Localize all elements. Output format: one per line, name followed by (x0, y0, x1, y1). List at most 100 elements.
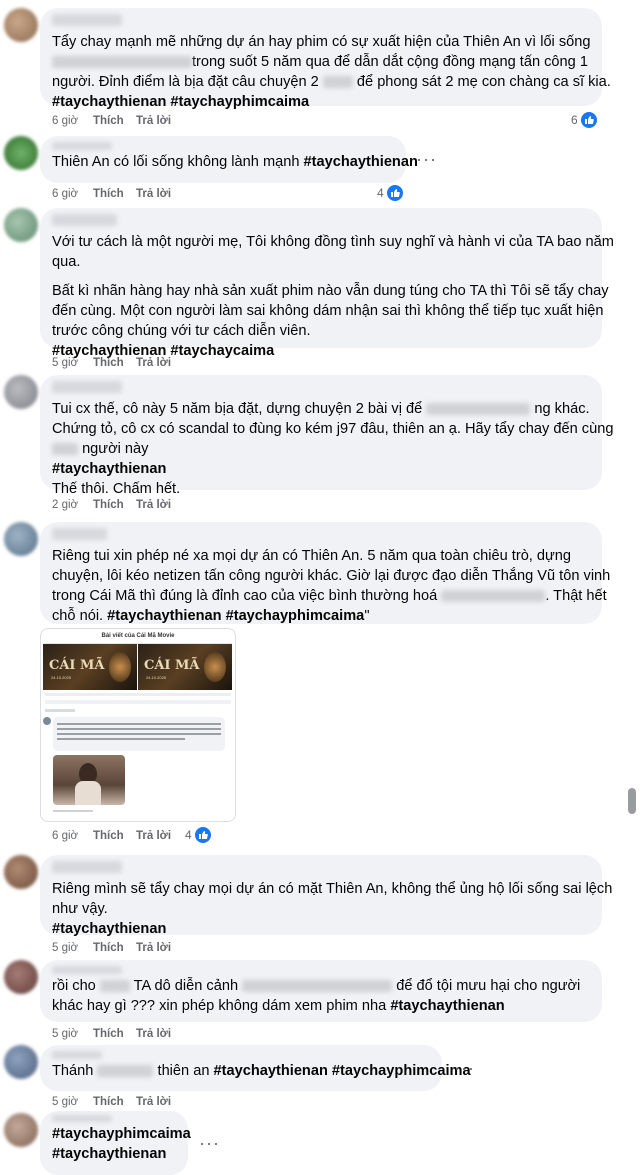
comment-avatar[interactable] (4, 1113, 38, 1147)
comment-text: Với tư cách là một người mẹ, Tôi không đ… (52, 234, 614, 250)
like-button[interactable]: Thích (93, 940, 124, 956)
reply-button[interactable]: Trả lời (136, 497, 171, 513)
timestamp[interactable]: 6 giờ (52, 113, 78, 129)
author-name[interactable] (52, 1051, 102, 1059)
like-thumb-icon (385, 184, 404, 202)
movie-poster: CÁI MÃ 24.10.2025 (43, 644, 137, 690)
comment-text: qua. (52, 254, 81, 270)
redacted-text (52, 443, 78, 456)
comment-text: trong Cái Mã thì đúng là đỉnh cao của vi… (52, 588, 438, 604)
comment-avatar[interactable] (4, 8, 38, 42)
comment-bubble: #taychayphimcaima #taychaythienan (40, 1111, 191, 1175)
reaction-number: 4 (377, 186, 384, 200)
timestamp[interactable]: 5 giờ (52, 355, 78, 371)
comment-text: " (364, 608, 370, 624)
hashtags[interactable]: #taychaythienan #taychayphimcaima (107, 608, 364, 624)
reply-button[interactable]: Trả lời (136, 1026, 171, 1042)
reply-button[interactable]: Trả lời (136, 186, 171, 202)
hashtags[interactable]: #taychayphimcaima (52, 1124, 191, 1144)
comment-bubble: Tui cx thế, cô này 5 năm bịa đặt, dựng c… (40, 375, 613, 497)
poster-title: CÁI MÃ (144, 658, 200, 673)
reply-button[interactable]: Trả lời (136, 828, 171, 844)
comment-text: TA dô diễn cảnh (133, 978, 239, 994)
author-name[interactable] (52, 528, 107, 540)
hashtags[interactable]: #taychaythienan (52, 919, 590, 939)
author-name[interactable] (52, 1115, 112, 1122)
comment-text: trong suốt 5 năm qua để dẫn dắt cộng đồn… (192, 54, 588, 70)
comment-text: Riêng mình sẽ tẩy chay mọi dự án có mặt … (52, 881, 613, 897)
timestamp[interactable]: 5 giờ (52, 1026, 78, 1042)
more-dots-icon[interactable]: ··· (454, 1059, 475, 1077)
comment-bubble: Thánh thiên an #taychaythienan #taychayp… (40, 1045, 471, 1091)
comment-text: chỗ nói. (52, 608, 108, 624)
timestamp[interactable]: 5 giờ (52, 940, 78, 956)
poster-date: 24.10.2025 (146, 675, 167, 680)
reply-button[interactable]: Trả lời (136, 113, 171, 129)
comment-avatar[interactable] (4, 208, 38, 242)
comment-text: Chứng tỏ, cô cx có scandal to đùng ko ké… (52, 421, 614, 437)
author-name[interactable] (52, 861, 122, 873)
comment-text: để phong sát 2 mẹ con chàng ca sĩ kia. (356, 74, 611, 90)
comment-text: đến cùng. Một con người làm sai không dá… (52, 303, 604, 319)
comment-text: khác hay gì ??? xin phép không dám xem p… (52, 998, 391, 1014)
poster-title: CÁI MÃ (49, 658, 105, 673)
comment-bubble: rồi cho TA dô diễn cảnh để đổ tội mưu hạ… (40, 960, 602, 1022)
redacted-text (99, 980, 130, 993)
scrollbar-thumb[interactable] (628, 788, 636, 814)
author-name[interactable] (52, 381, 122, 393)
timestamp[interactable]: 6 giờ (52, 828, 78, 844)
timestamp[interactable]: 2 giờ (52, 497, 78, 513)
comment-text: ng khác. (534, 401, 590, 417)
comment-avatar[interactable] (4, 855, 38, 889)
like-button[interactable]: Thích (93, 113, 124, 129)
attached-image[interactable]: Bài viết của Cái Mã Movie CÁI MÃ 24.10.2… (40, 628, 236, 822)
author-name[interactable] (52, 142, 112, 150)
redacted-text (322, 76, 353, 89)
comment-text: chuyện, lôi kéo netizen tấn công người k… (52, 568, 611, 584)
author-name[interactable] (52, 966, 122, 974)
comment-text: người này (82, 441, 149, 457)
comment-text: Thế thôi. Chấm hết. (52, 481, 181, 497)
like-button[interactable]: Thích (93, 355, 124, 371)
like-button[interactable]: Thích (93, 186, 124, 202)
author-name[interactable] (52, 14, 122, 26)
more-dots-icon[interactable]: ··· (199, 1134, 220, 1152)
hashtags[interactable]: #taychaythienan (304, 154, 418, 170)
comment-avatar[interactable] (4, 375, 38, 409)
hashtags[interactable]: #taychaythienan (390, 998, 504, 1014)
hashtags[interactable]: #taychaythienan (52, 1144, 176, 1164)
reaction-count[interactable]: 4 (377, 184, 404, 202)
comment-avatar[interactable] (4, 960, 38, 994)
comment-text: thiên an (157, 1063, 214, 1079)
comment-bubble: Tẩy chay mạnh mẽ những dự án hay phim có… (40, 8, 611, 110)
comment-text: Thiên An có lối sống không lành mạnh (52, 154, 304, 170)
comment-avatar[interactable] (4, 1045, 38, 1079)
reaction-count[interactable]: 4 (185, 826, 212, 844)
like-button[interactable]: Thích (93, 828, 124, 844)
comment-avatar[interactable] (4, 522, 38, 556)
more-dots-icon[interactable]: ··· (416, 150, 437, 168)
redacted-text (426, 403, 531, 416)
comment-text: người. Đỉnh điểm là bịa đặt câu chuyện 2 (52, 74, 319, 90)
comment-text: rồi cho (52, 978, 96, 994)
reply-button[interactable]: Trả lời (136, 940, 171, 956)
redacted-text (242, 980, 393, 993)
poster-date: 24.10.2025 (51, 675, 72, 680)
mini-comment (53, 717, 225, 751)
like-button[interactable]: Thích (93, 497, 124, 513)
timestamp[interactable]: 5 giờ (52, 1094, 78, 1110)
like-thumb-icon (193, 826, 212, 844)
comment-bubble: Thiên An có lối sống không lành mạnh #ta… (40, 136, 418, 183)
comment-avatar[interactable] (4, 136, 38, 170)
hashtags[interactable]: #taychaythienan #taychayphimcaima (52, 92, 590, 112)
hashtags[interactable]: #taychaythienan #taychaycaima (52, 341, 590, 361)
reply-button[interactable]: Trả lời (136, 1094, 171, 1110)
author-name[interactable] (52, 214, 117, 226)
hashtags[interactable]: #taychaythienan #taychayphimcaima (214, 1063, 471, 1079)
like-button[interactable]: Thích (93, 1094, 124, 1110)
hashtags[interactable]: #taychaythienan (52, 459, 590, 479)
reaction-count[interactable]: 6 (571, 111, 598, 129)
reply-button[interactable]: Trả lời (136, 355, 171, 371)
timestamp[interactable]: 6 giờ (52, 186, 78, 202)
like-button[interactable]: Thích (93, 1026, 124, 1042)
